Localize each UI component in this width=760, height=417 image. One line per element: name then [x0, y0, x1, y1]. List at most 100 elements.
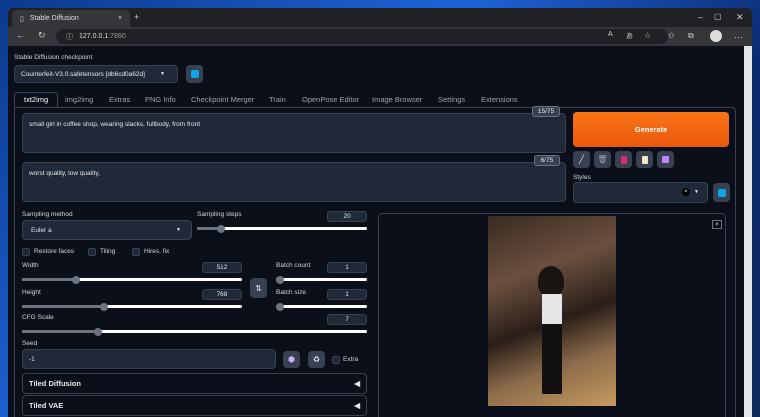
restore-faces-checkbox[interactable] [22, 248, 30, 256]
reload-icon[interactable]: ↻ [38, 30, 46, 41]
accordion-title: Tiled Diffusion [29, 379, 81, 388]
close-window-icon[interactable]: ✕ [736, 12, 744, 23]
read-params-button[interactable]: ╱ [573, 151, 590, 168]
seed-input[interactable]: -1 [22, 349, 276, 369]
favorites-icon[interactable]: ✩ [668, 31, 675, 40]
height-label: Height [22, 289, 41, 296]
hires-fix-checkbox[interactable] [132, 248, 140, 256]
caret-left-icon: ◀ [354, 379, 360, 388]
refresh-icon [190, 70, 199, 78]
tab-openpose-editor[interactable]: OpenPose Editor [302, 92, 359, 107]
height-input[interactable]: 768 [202, 289, 242, 300]
browser-tab[interactable]: ▯ Stable Diffusion × [12, 10, 130, 27]
new-tab-icon[interactable]: + [134, 12, 139, 22]
clear-prompt-button[interactable]: 🗑 [594, 151, 611, 168]
batch-size-input[interactable]: 1 [327, 289, 367, 300]
styles-dropdown[interactable]: × ▼ [573, 182, 708, 203]
tab-png-info[interactable]: PNG Info [145, 92, 176, 107]
minimize-icon[interactable]: – [698, 12, 703, 22]
tab-extensions[interactable]: Extensions [481, 92, 518, 107]
tab-image-browser[interactable]: Image Browser [372, 92, 422, 107]
tiling-label: Tiling [100, 248, 116, 255]
negative-prompt-text: worst quality, low quality, [29, 170, 100, 177]
url-field[interactable]: ⓘ 127.0.0.1:7860 [56, 29, 668, 44]
tab-checkpoint-merger[interactable]: Checkpoint Merger [191, 92, 254, 107]
recycle-icon: ♻ [312, 355, 321, 364]
save-style-button[interactable] [657, 151, 674, 168]
width-slider[interactable] [22, 275, 242, 284]
apply-style-button[interactable] [636, 151, 653, 168]
tab-txt2img[interactable]: txt2img [24, 92, 48, 107]
swap-dimensions-button[interactable]: ⇅ [250, 278, 267, 298]
sampling-method-dropdown[interactable]: Euler a ▼ [22, 220, 192, 240]
clear-icon[interactable]: × [682, 188, 690, 196]
back-icon[interactable]: ← [16, 30, 25, 40]
cfg-scale-slider[interactable] [22, 327, 367, 336]
batch-size-label: Batch size [276, 289, 306, 296]
url-host: 127.0.0.1 [79, 33, 109, 40]
arrow-icon: ╱ [579, 155, 584, 164]
scrollbar[interactable] [744, 46, 752, 417]
width-input[interactable]: 512 [202, 262, 242, 273]
tab-extras[interactable]: Extras [109, 92, 130, 107]
tiling-checkbox[interactable] [88, 248, 96, 256]
restore-faces-label: Restore faces [34, 248, 75, 255]
hires-fix-label: Hires. fix [144, 248, 170, 255]
refresh-checkpoint-button[interactable] [186, 65, 203, 83]
batch-count-slider[interactable] [276, 275, 367, 284]
chevron-down-icon: ▼ [694, 189, 699, 195]
address-bar-row: ← ↻ ⓘ 127.0.0.1:7860 A あ ☆ ✩ ⧉ … [8, 27, 752, 46]
maximize-icon[interactable]: ▢ [714, 12, 722, 21]
caret-left-icon: ◀ [354, 401, 360, 410]
sampling-steps-slider[interactable] [197, 224, 367, 233]
browser-window: ▯ Stable Diffusion × + – ▢ ✕ ← ↻ ⓘ 127.0… [8, 8, 752, 417]
menu-icon[interactable]: … [734, 30, 743, 40]
tab-settings[interactable]: Settings [438, 92, 465, 107]
negative-prompt-token-counter: 6/75 [534, 155, 560, 166]
accordion-tiled-diffusion[interactable]: Tiled Diffusion ◀ [22, 373, 367, 394]
floppy-icon [662, 156, 669, 163]
tab-title: Stable Diffusion [29, 15, 79, 22]
checkpoint-dropdown[interactable]: Counterfeit-V3.0.safetensors [db6cd0a62d… [14, 65, 178, 83]
url-port: :7860 [108, 33, 126, 40]
random-seed-button[interactable]: ⬢ [283, 351, 300, 368]
width-label: Width [22, 262, 39, 269]
cfg-scale-input[interactable]: 7 [327, 314, 367, 325]
batch-count-input[interactable]: 1 [327, 262, 367, 273]
info-icon: ⓘ [66, 33, 73, 41]
output-gallery: × [378, 213, 726, 417]
seed-value: -1 [29, 355, 35, 363]
card-icon [620, 155, 627, 164]
extra-networks-button[interactable] [615, 151, 632, 168]
avatar[interactable] [710, 30, 722, 42]
checkpoint-label: Stable Diffusion checkpoint [14, 54, 93, 61]
sampling-method-value: Euler a [31, 226, 52, 234]
tab-train[interactable]: Train [269, 92, 286, 107]
sampling-steps-input[interactable]: 20 [327, 211, 367, 222]
refresh-styles-button[interactable] [713, 183, 730, 202]
translate-icon[interactable]: あ [626, 31, 633, 41]
reuse-seed-button[interactable]: ♻ [308, 351, 325, 368]
dice-icon: ⬢ [288, 355, 295, 364]
generate-button[interactable]: Generate [573, 112, 729, 147]
tab-img2img[interactable]: img2img [65, 92, 93, 107]
negative-prompt-textarea[interactable]: worst quality, low quality, [22, 162, 566, 202]
read-aloud-icon[interactable]: A [608, 31, 613, 38]
accordion-tiled-vae[interactable]: Tiled VAE ◀ [22, 395, 367, 416]
main-tabs: txt2img img2img Extras PNG Info Checkpoi… [14, 92, 736, 108]
close-tab-icon[interactable]: × [118, 15, 122, 22]
batch-size-slider[interactable] [276, 302, 367, 311]
favorite-icon[interactable]: ☆ [644, 31, 651, 40]
seed-label: Seed [22, 340, 38, 347]
height-slider[interactable] [22, 302, 242, 311]
collections-icon[interactable]: ⧉ [688, 31, 694, 41]
close-image-icon[interactable]: × [712, 220, 722, 229]
checkpoint-value: Counterfeit-V3.0.safetensors [db6cd0a62d… [21, 70, 145, 78]
sampling-steps-label: Sampling steps [197, 211, 242, 218]
extra-label: Extra [343, 356, 359, 363]
extra-checkbox[interactable] [332, 356, 340, 364]
prompt-token-counter: 15/75 [532, 106, 560, 117]
generated-image[interactable] [488, 216, 616, 406]
refresh-icon [717, 188, 726, 197]
prompt-textarea[interactable]: small girl in coffee shop, wearing slack… [22, 113, 566, 153]
